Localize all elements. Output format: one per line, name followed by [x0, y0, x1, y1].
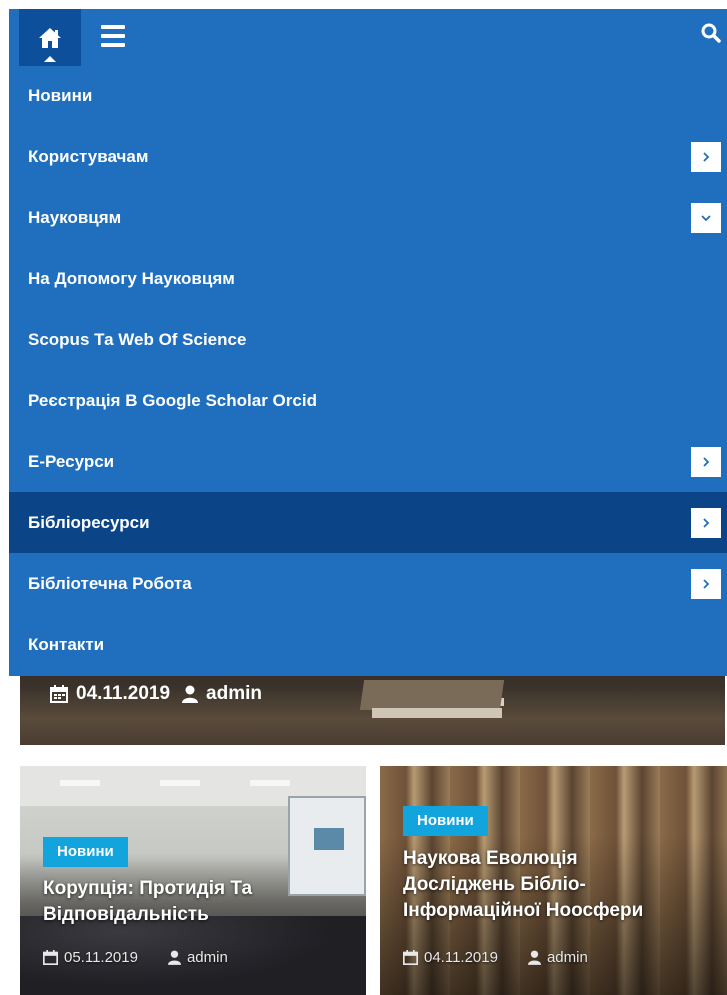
menu-item-biblioresursy[interactable]: Бібліоресурси — [9, 492, 727, 553]
featured-post-date: 04.11.2019 — [76, 683, 171, 704]
menu-item-label: Scopus Та Web Of Science — [28, 329, 247, 349]
home-icon — [39, 27, 61, 48]
menu-item-label: Новини — [28, 86, 93, 105]
book-image-detail — [372, 708, 502, 718]
calendar-icon — [403, 950, 418, 965]
menu-item-naukovtsiam[interactable]: Науковцям — [9, 187, 727, 248]
menu-item-na-dopomohu-naukovtsiam[interactable]: На Допомогу Науковцям — [9, 248, 727, 309]
mobile-menu: Новини Користувачам Науковцям На Допомог… — [9, 66, 727, 676]
news-card-title[interactable]: Наукова Еволюція Досліджень Бібліо- Інфо… — [403, 846, 643, 924]
menu-item-label: На Допомогу Науковцям — [28, 268, 235, 288]
user-icon — [527, 950, 541, 965]
category-badge[interactable]: Новини — [43, 837, 128, 867]
menu-item-label: Бібліоресурси — [28, 512, 150, 532]
submenu-toggle[interactable] — [691, 203, 721, 233]
chevron-right-icon — [703, 518, 710, 528]
news-card[interactable]: Новини Корупція: Протидія Та Відповідаль… — [20, 766, 366, 995]
search-button[interactable] — [701, 23, 723, 45]
user-icon — [182, 685, 199, 703]
submenu-toggle[interactable] — [691, 569, 721, 599]
menu-item-label: Користувачам — [28, 146, 149, 166]
submenu-toggle[interactable] — [691, 508, 721, 538]
chevron-down-icon — [701, 215, 711, 222]
chevron-right-icon — [703, 579, 710, 589]
top-navigation-bar — [9, 9, 727, 66]
news-card-date: 05.11.2019 — [64, 949, 138, 966]
news-card-title-line: Інформаційної Ноосфери — [403, 900, 644, 921]
menu-item-label: Реєстрація В Google Scholar Orcid — [28, 390, 317, 410]
menu-item-e-resursy[interactable]: Е-Ресурси — [9, 431, 727, 492]
menu-item-novyny[interactable]: Новини — [9, 66, 727, 126]
menu-item-label: Бібліотечна Робота — [28, 573, 192, 593]
chevron-right-icon — [703, 152, 710, 162]
news-card-title[interactable]: Корупція: Протидія Та Відповідальність — [43, 876, 252, 928]
hamburger-icon[interactable] — [101, 25, 125, 47]
home-button[interactable] — [19, 9, 81, 66]
news-card-author[interactable]: admin — [187, 949, 228, 966]
news-card-title-line: Наукова Еволюція — [403, 848, 578, 869]
news-card-date: 04.11.2019 — [424, 949, 498, 966]
news-card-author[interactable]: admin — [547, 949, 588, 966]
calendar-icon — [43, 950, 58, 965]
menu-item-bibliotechna-robota[interactable]: Бібліотечна Робота — [9, 553, 727, 614]
featured-post-meta: 04.11.2019 admin — [50, 683, 262, 705]
menu-item-label: Е-Ресурси — [28, 451, 115, 471]
photo-lamp — [250, 780, 290, 786]
news-card-meta: 05.11.2019 admin — [43, 949, 228, 966]
menu-item-kontakty[interactable]: Контакти — [9, 614, 727, 675]
calendar-icon — [50, 685, 68, 703]
menu-item-label: Науковцям — [28, 207, 122, 227]
featured-post-author[interactable]: admin — [206, 683, 262, 705]
photo-lamp — [160, 780, 200, 786]
news-card[interactable]: Новини Наукова Еволюція Досліджень Біблі… — [380, 766, 727, 995]
active-indicator-caret — [44, 56, 56, 62]
news-card-title-line: Відповідальність — [43, 904, 209, 925]
photo-projector-screen — [288, 796, 366, 896]
user-icon — [167, 950, 181, 965]
menu-item-korystuvacham[interactable]: Користувачам — [9, 126, 727, 187]
book-image-detail — [359, 680, 505, 710]
chevron-right-icon — [703, 457, 710, 467]
news-card-meta: 04.11.2019 admin — [403, 949, 588, 966]
category-badge[interactable]: Новини — [403, 806, 488, 836]
news-card-title-line: Корупція: Протидія Та — [43, 878, 253, 899]
submenu-toggle[interactable] — [691, 142, 721, 172]
menu-item-google-scholar-orcid[interactable]: Реєстрація В Google Scholar Orcid — [9, 370, 727, 431]
submenu-toggle[interactable] — [691, 447, 721, 477]
search-icon — [701, 23, 721, 43]
menu-item-label: Контакти — [28, 634, 105, 654]
photo-lamp — [60, 780, 100, 786]
menu-item-scopus-web-of-science[interactable]: Scopus Та Web Of Science — [9, 309, 727, 370]
news-card-title-line: Досліджень Бібліо- — [403, 874, 586, 895]
